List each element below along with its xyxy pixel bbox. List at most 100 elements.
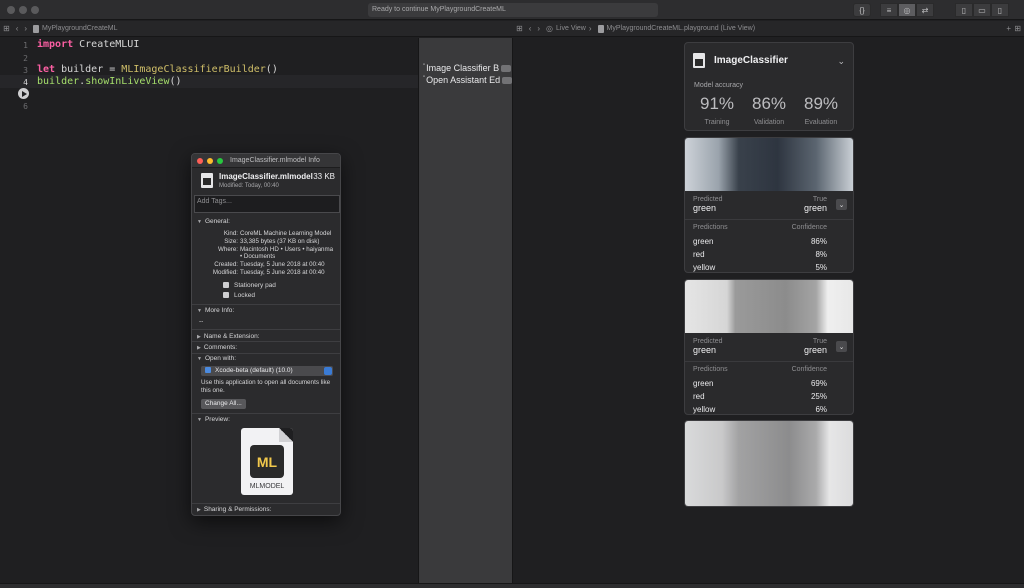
rings-icon: ◎ <box>546 24 554 33</box>
back-icon[interactable]: ‹ <box>529 24 532 33</box>
debug-bar <box>0 583 1024 588</box>
chevron-down-icon[interactable]: ⌄ <box>836 341 847 352</box>
disclosure-closed-icon: ▶ <box>197 334 201 340</box>
line-number: 3 <box>23 66 28 75</box>
section-open-with[interactable]: ▼ Open with: <box>197 355 236 362</box>
chevron-down-icon[interactable]: ⌄ <box>837 56 845 67</box>
list-item: green 86% <box>693 237 827 246</box>
true-value: green <box>803 345 827 355</box>
change-all-button[interactable]: Change All... <box>201 399 246 409</box>
file-modified: Modified: Today, 00:40 <box>219 183 279 189</box>
section-comments[interactable]: ▶ Comments: <box>197 344 237 351</box>
sample-card: Predicted green True green ⌄ Predictions Co… <box>684 279 854 415</box>
list-item: red 8% <box>693 250 827 259</box>
section-sharing-permissions[interactable]: ▶ Sharing & Permissions: <box>197 506 271 513</box>
metric-evaluation: 89% Evaluation <box>803 94 839 126</box>
toggle-inspector-button[interactable]: ▯ <box>991 3 1009 17</box>
sidebar-right-icon: ▯ <box>997 5 1003 15</box>
quick-look-icon[interactable] <box>501 64 512 72</box>
classifier-title: ImageClassifier <box>714 54 788 66</box>
zoom-button[interactable] <box>217 158 223 164</box>
sample-card: Predicted green True green ⌄ Predictions Co… <box>684 137 854 273</box>
line-number: 1 <box>23 41 28 50</box>
predicted-value: green <box>693 203 717 213</box>
activity-status: Ready to continue MyPlaygroundCreateML <box>368 3 658 17</box>
list-item: red 25% <box>693 392 827 401</box>
line-number: 2 <box>23 54 28 63</box>
toggle-debug-area-button[interactable]: ▭ <box>973 3 991 17</box>
list-item: yellow 5% <box>693 263 827 272</box>
info-window-title: ImageClassifier.mlmodel Info <box>230 157 320 164</box>
forward-icon[interactable]: › <box>24 24 27 33</box>
code-line-4[interactable]: builder.showInLiveView() <box>37 76 182 87</box>
stationery-checkbox[interactable]: Stationery pad <box>223 282 276 289</box>
locked-checkbox[interactable]: Locked <box>223 292 255 299</box>
minimize-button[interactable] <box>207 158 213 164</box>
line-number: 6 <box>23 102 28 111</box>
sample-image <box>685 138 853 191</box>
metric-validation: 86% Validation <box>751 94 787 126</box>
breadcrumb-live-view[interactable]: Live View <box>556 25 586 32</box>
result-row[interactable]: " Open Assistant Ed <box>423 75 513 85</box>
sample-image <box>685 280 853 333</box>
breadcrumb-live-file[interactable]: MyPlaygroundCreateML.playground (Live Vi… <box>607 25 756 32</box>
chevron-right-icon: › <box>588 24 592 33</box>
playground-file-icon <box>597 24 604 33</box>
editor-breadcrumb-file[interactable]: MyPlaygroundCreateML <box>42 25 117 32</box>
list-item: green 69% <box>693 379 827 388</box>
window-minimize-button[interactable] <box>19 6 27 14</box>
section-name-extension[interactable]: ▶ Name & Extension: <box>197 333 260 340</box>
add-editor-icon[interactable]: + <box>1006 24 1011 33</box>
code-line-3[interactable]: let builder = MLImageClassifierBuilder() <box>37 64 278 75</box>
liveview-jump-bar: ⊞ ‹ › ◎ Live View › MyPlaygroundCreateML… <box>513 21 1024 37</box>
disclosure-open-icon: ▼ <box>197 356 202 362</box>
tags-input[interactable]: Add Tags... <box>194 195 340 213</box>
rings-icon: ◎ <box>903 5 911 15</box>
library-button[interactable]: {} <box>853 3 871 17</box>
grid-icon[interactable]: ⊞ <box>516 24 523 33</box>
grid-icon[interactable]: ⊞ <box>3 24 10 33</box>
disclosure-closed-icon: ▶ <box>197 507 201 513</box>
close-editor-icon[interactable]: ⊞ <box>1014 24 1021 33</box>
file-info-window: ImageClassifier.mlmodel Info ImageClassi… <box>191 153 341 516</box>
image-classifier-panel: ImageClassifier ⌄ Model accuracy 91% Tra… <box>684 42 854 131</box>
window-close-button[interactable] <box>7 6 15 14</box>
back-icon[interactable]: ‹ <box>16 24 19 33</box>
disclosure-open-icon: ▼ <box>197 417 202 423</box>
section-preview[interactable]: ▼ Preview: <box>197 416 230 423</box>
file-name: ImageClassifier.mlmodel <box>219 172 313 181</box>
standard-editor-button[interactable]: ≡ <box>880 3 898 17</box>
more-info-value: -- <box>199 318 204 325</box>
popup-arrow-icon <box>324 367 332 375</box>
mlmodel-icon <box>201 173 213 188</box>
sample-image <box>685 421 853 506</box>
section-more-info[interactable]: ▼ More Info: <box>197 307 234 314</box>
section-general[interactable]: ▼ General: <box>197 218 230 225</box>
code-line-1[interactable]: import CreateMLUI <box>37 39 139 50</box>
lines-icon: ≡ <box>886 5 892 15</box>
quick-look-icon[interactable] <box>502 76 513 84</box>
braces-icon: {} <box>859 5 865 15</box>
xcode-icon <box>205 367 211 373</box>
list-item: yellow 6% <box>693 405 827 414</box>
quote-icon: " <box>423 63 426 70</box>
sidebar-left-icon: ▯ <box>961 5 967 15</box>
version-editor-button[interactable]: ⇄ <box>916 3 934 17</box>
editor-jump-bar: ⊞ ‹ › MyPlaygroundCreateML <box>0 21 513 37</box>
info-title-bar[interactable]: ImageClassifier.mlmodel Info <box>192 154 340 168</box>
close-button[interactable] <box>197 158 203 164</box>
run-playground-button[interactable] <box>18 88 29 99</box>
forward-icon[interactable]: › <box>537 24 540 33</box>
chevron-down-icon[interactable]: ⌄ <box>836 199 847 210</box>
sidebar-bottom-icon: ▭ <box>978 5 986 15</box>
quote-icon: " <box>423 75 426 82</box>
toggle-navigator-button[interactable]: ▯ <box>955 3 973 17</box>
disclosure-open-icon: ▼ <box>197 219 202 225</box>
result-row[interactable]: " Image Classifier B <box>423 63 512 73</box>
true-value: green <box>803 203 827 213</box>
mlmodel-preview-icon: ML MLMODEL <box>241 428 293 495</box>
assistant-editor-button[interactable]: ◎ <box>898 3 916 17</box>
window-zoom-button[interactable] <box>31 6 39 14</box>
window-toolbar: Ready to continue MyPlaygroundCreateML {… <box>0 0 1024 20</box>
open-with-popup[interactable]: Xcode-beta (default) (10.0) <box>201 366 333 376</box>
